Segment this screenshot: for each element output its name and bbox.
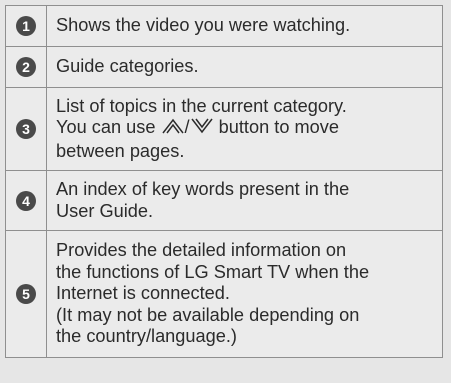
description-line: Guide categories.	[56, 56, 199, 77]
description-line: An index of key words present in the	[56, 179, 350, 199]
description-line: Internet is connected.	[56, 283, 230, 304]
number-cell: 1	[5, 5, 47, 47]
description-line: the functions of LG Smart TV when the	[56, 261, 370, 282]
description-line: List of topics in the current category.	[56, 95, 347, 116]
number-badge: 2	[16, 57, 36, 77]
number-cell: 2	[5, 46, 47, 88]
description-cell: An index of key words present in the Use…	[46, 170, 443, 231]
description-cell: Shows the video you were watching.	[46, 5, 443, 47]
description-line: (It may not be available depending on	[56, 304, 360, 325]
description-cell: Provides the detailed information on the…	[46, 230, 443, 358]
description-line: User Guide.	[56, 200, 154, 221]
legend-row: 5 Provides the detailed information on t…	[5, 230, 443, 358]
number-cell: 5	[5, 230, 47, 358]
description-line: Shows the video you were watching.	[56, 15, 351, 36]
legend-row: 4 An index of key words present in the U…	[5, 170, 443, 231]
button-hint-suffix: button to move	[218, 117, 339, 138]
legend-row: 3 List of topics in the current category…	[5, 87, 443, 171]
description-cell: Guide categories.	[46, 46, 443, 88]
guide-legend: 1 Shows the video you were watching. 2 G…	[5, 5, 443, 358]
number-badge: 1	[16, 16, 36, 36]
legend-row: 1 Shows the video you were watching.	[5, 5, 443, 47]
number-cell: 3	[5, 87, 47, 171]
double-chevron-down-icon	[190, 117, 214, 141]
number-badge: 5	[16, 284, 36, 304]
double-chevron-up-icon	[161, 117, 185, 141]
number-badge: 4	[16, 190, 36, 211]
number-cell: 4	[5, 170, 47, 231]
legend-row: 2 Guide categories.	[5, 46, 443, 88]
description-line: the country/language.)	[56, 326, 237, 347]
description-line: You can use / button to move	[56, 117, 436, 141]
button-hint-prefix: You can use	[56, 117, 156, 138]
number-badge: 3	[16, 119, 36, 139]
description-line: Provides the detailed information on	[56, 240, 347, 261]
legend-table: 1 Shows the video you were watching. 2 G…	[5, 5, 443, 358]
description-cell: List of topics in the current category. …	[46, 87, 443, 171]
description-line: between pages.	[56, 140, 185, 161]
